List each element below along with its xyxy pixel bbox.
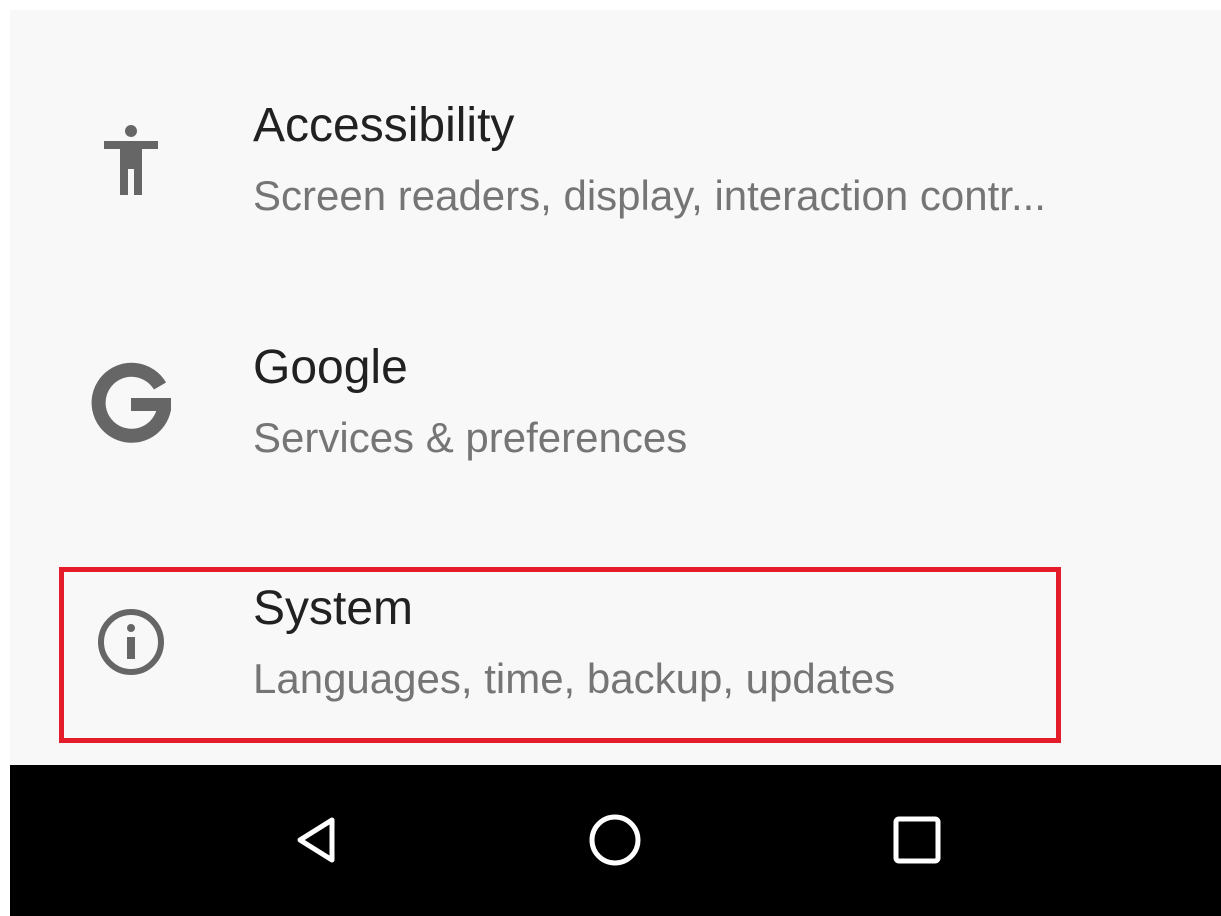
settings-item-accessibility[interactable]: Accessibility Screen readers, display, i… [10,60,1221,296]
back-triangle-icon [297,817,335,863]
back-button[interactable] [275,795,365,885]
info-circle-icon [88,599,174,685]
settings-item-title: Google [253,341,408,394]
settings-screen: Accessibility Screen readers, display, i… [10,10,1221,916]
settings-item-system[interactable]: System Languages, time, backup, updates [10,543,1221,779]
settings-item-title: System [253,582,414,635]
settings-item-summary: Services & preferences [253,414,688,461]
google-g-icon [88,359,174,445]
home-circle-icon [589,814,641,866]
settings-item-summary: Screen readers, display, interaction con… [253,172,1046,219]
accessibility-icon [88,117,174,203]
recents-button[interactable] [872,795,962,885]
home-button[interactable] [570,795,660,885]
settings-item-google[interactable]: Google Services & preferences [10,302,1221,538]
settings-item-summary: Languages, time, backup, updates [253,655,896,702]
recents-square-icon [893,816,941,864]
navigation-bar [10,765,1221,916]
settings-item-title: Accessibility [253,99,515,152]
